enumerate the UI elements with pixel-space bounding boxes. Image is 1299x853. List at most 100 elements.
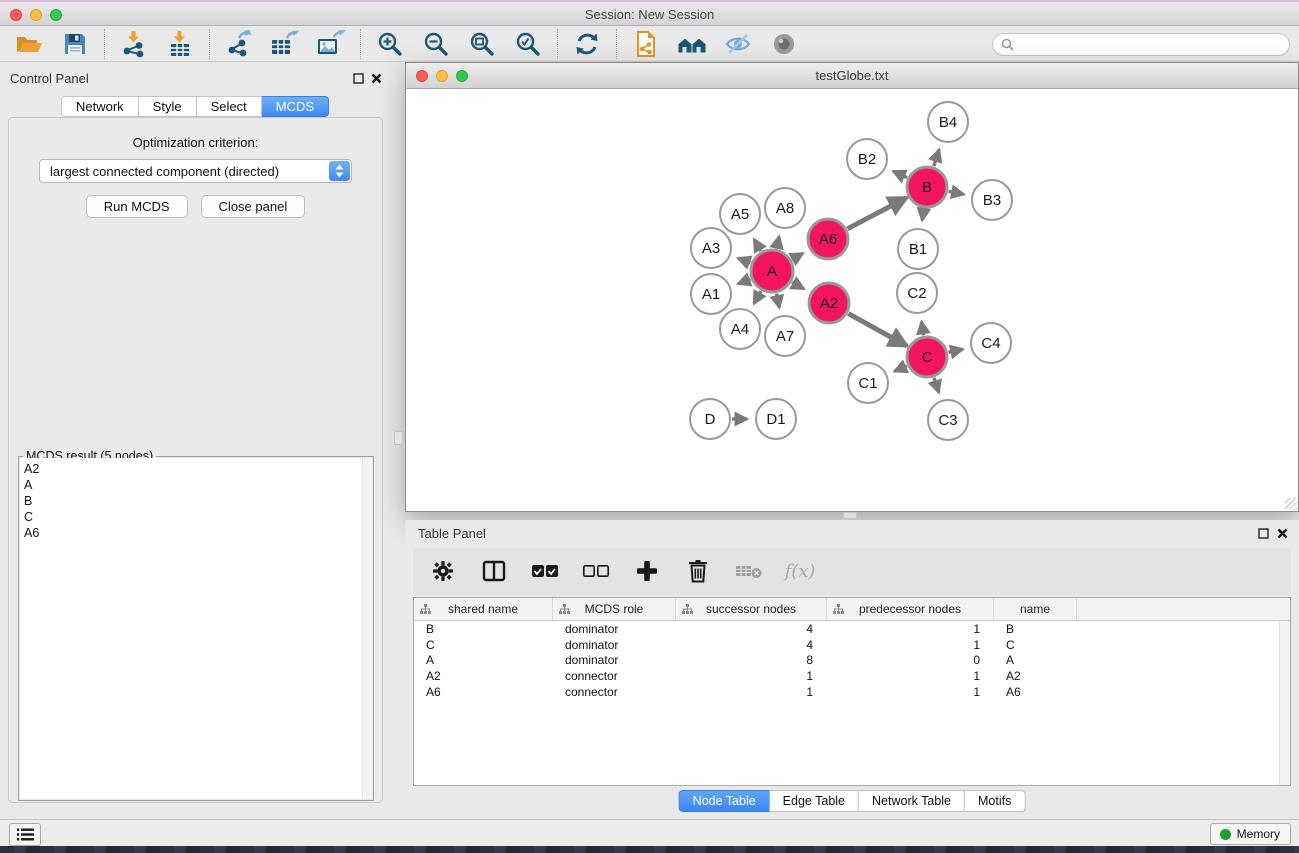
export-network-icon[interactable] bbox=[223, 29, 255, 59]
node-label-B3: B3 bbox=[983, 192, 1001, 209]
edge-A-A5[interactable] bbox=[754, 239, 761, 251]
refresh-icon[interactable] bbox=[571, 29, 603, 59]
memory-button[interactable]: Memory bbox=[1210, 823, 1291, 845]
cell-shared-name: A2 bbox=[414, 669, 553, 683]
import-table-icon[interactable] bbox=[164, 29, 196, 59]
column-header-predecessor-nodes[interactable]: predecessor nodes bbox=[827, 598, 994, 620]
criterion-dropdown[interactable]: largest connected component (directed) bbox=[39, 159, 352, 183]
zoom-fit-icon[interactable] bbox=[466, 29, 498, 59]
unselect-all-icon[interactable] bbox=[582, 557, 610, 585]
network-graph[interactable]: AA1A2A3A4A5A6A7A8BB1B2B3B4CC1C2C3C4DD1 bbox=[406, 90, 1298, 511]
tab-mcds[interactable]: MCDS bbox=[262, 96, 329, 117]
edge-C-C2[interactable] bbox=[922, 322, 924, 336]
result-item[interactable]: C bbox=[24, 509, 372, 525]
export-table-icon[interactable] bbox=[269, 29, 301, 59]
list-icon bbox=[17, 828, 34, 841]
edge-B-B2[interactable] bbox=[893, 171, 907, 177]
vertical-split-grip[interactable] bbox=[394, 431, 403, 445]
search-input[interactable] bbox=[1019, 38, 1289, 52]
table-scrollbar[interactable] bbox=[1279, 621, 1290, 785]
close-panel-icon[interactable] bbox=[371, 72, 382, 87]
column-label: shared name bbox=[448, 602, 518, 616]
run-mcds-button[interactable]: Run MCDS bbox=[86, 195, 188, 218]
edge-B-B3[interactable] bbox=[949, 191, 964, 194]
node-label-A6: A6 bbox=[819, 231, 837, 248]
memory-label: Memory bbox=[1237, 827, 1280, 841]
zoom-out-icon[interactable] bbox=[420, 29, 452, 59]
horizontal-split-grip[interactable] bbox=[843, 512, 857, 519]
node-table[interactable]: shared name MCDS rolesuccessor nodesprede… bbox=[413, 597, 1291, 786]
clone-network-icon[interactable] bbox=[630, 29, 662, 59]
result-item[interactable]: B bbox=[24, 493, 372, 509]
window-resize-grip[interactable] bbox=[1285, 498, 1297, 510]
result-item[interactable]: A2 bbox=[24, 461, 372, 477]
column-header-successor-nodes[interactable]: successor nodes bbox=[676, 598, 827, 620]
search-field[interactable] bbox=[992, 33, 1290, 56]
task-history-button[interactable] bbox=[9, 823, 41, 846]
table-row[interactable]: Adominator80A bbox=[414, 652, 1290, 668]
column-type-icon bbox=[420, 604, 431, 618]
columns-icon[interactable] bbox=[480, 557, 508, 585]
network-window-titlebar[interactable]: testGlobe.txt bbox=[406, 63, 1298, 89]
add-column-icon[interactable] bbox=[633, 557, 661, 585]
zoom-selected-icon[interactable] bbox=[512, 29, 544, 59]
float-panel-icon[interactable] bbox=[353, 72, 364, 87]
edge-C-C1[interactable] bbox=[895, 366, 907, 371]
edge-C-C3[interactable] bbox=[934, 378, 939, 393]
result-item[interactable]: A6 bbox=[24, 525, 372, 541]
import-network-icon[interactable] bbox=[118, 29, 150, 59]
table-row[interactable]: A2connector11A2 bbox=[414, 668, 1290, 684]
edge-A-A1[interactable] bbox=[738, 279, 750, 284]
control-panel-title: Control Panel bbox=[10, 71, 89, 86]
edge-A6-B[interactable] bbox=[848, 198, 907, 229]
result-item[interactable]: A bbox=[24, 477, 372, 493]
open-file-icon[interactable] bbox=[13, 29, 45, 59]
tab-network-table[interactable]: Network Table bbox=[859, 790, 965, 812]
application-window: Session: New Session bbox=[0, 0, 1299, 853]
column-header-shared-name[interactable]: shared name bbox=[414, 598, 553, 620]
tab-node-table[interactable]: Node Table bbox=[679, 790, 770, 812]
first-neighbors-icon[interactable] bbox=[676, 29, 708, 59]
close-panel-button[interactable]: Close panel bbox=[201, 195, 306, 218]
table-float-panel-icon[interactable] bbox=[1258, 527, 1269, 542]
zoom-in-icon[interactable] bbox=[374, 29, 406, 59]
gear-icon[interactable] bbox=[429, 557, 457, 585]
node-label-A2: A2 bbox=[820, 295, 838, 312]
column-header-name[interactable]: name bbox=[994, 598, 1077, 620]
tab-network[interactable]: Network bbox=[61, 96, 139, 117]
edge-A-A6[interactable] bbox=[792, 253, 803, 259]
tab-select[interactable]: Select bbox=[197, 96, 262, 117]
cell-successor-nodes: 1 bbox=[676, 685, 827, 699]
tab-style[interactable]: Style bbox=[139, 96, 197, 117]
function-builder-icon[interactable]: f(x) bbox=[786, 557, 814, 585]
cell-name: C bbox=[994, 638, 1077, 652]
delete-column-icon[interactable] bbox=[684, 557, 712, 585]
edge-A2-C[interactable] bbox=[848, 314, 907, 346]
column-header-MCDS-role[interactable]: MCDS role bbox=[553, 598, 676, 620]
edge-A-A7[interactable] bbox=[777, 294, 780, 308]
mcds-result-list[interactable]: A2ABCA6 bbox=[20, 458, 372, 799]
tab-edge-table[interactable]: Edge Table bbox=[770, 790, 859, 812]
table-row[interactable]: Cdominator41C bbox=[414, 637, 1290, 653]
network-canvas[interactable]: AA1A2A3A4A5A6A7A8BB1B2B3B4CC1C2C3C4DD1 bbox=[406, 90, 1298, 511]
edge-A-A8[interactable] bbox=[777, 236, 780, 248]
desktop-background bbox=[0, 846, 1299, 853]
hide-selected-icon[interactable] bbox=[722, 29, 754, 59]
save-session-icon[interactable] bbox=[59, 29, 91, 59]
select-all-icon[interactable] bbox=[531, 557, 559, 585]
table-row[interactable]: A6connector11A6 bbox=[414, 684, 1290, 700]
table-close-panel-icon[interactable] bbox=[1277, 527, 1288, 542]
edge-B-B1[interactable] bbox=[922, 209, 924, 221]
delete-table-icon[interactable] bbox=[735, 557, 763, 585]
export-image-icon[interactable] bbox=[315, 29, 347, 59]
table-row[interactable]: Bdominator41B bbox=[414, 621, 1290, 637]
edge-C-C4[interactable] bbox=[949, 349, 963, 352]
tab-motifs[interactable]: Motifs bbox=[965, 790, 1025, 812]
show-all-icon[interactable] bbox=[768, 29, 800, 59]
edge-B-B4[interactable] bbox=[934, 150, 939, 167]
result-scrollbar[interactable] bbox=[362, 458, 372, 799]
titlebar: Session: New Session bbox=[0, 0, 1299, 26]
edge-A-A2[interactable] bbox=[792, 282, 804, 289]
edge-A-A3[interactable] bbox=[738, 258, 750, 263]
edge-A-A4[interactable] bbox=[754, 291, 761, 304]
